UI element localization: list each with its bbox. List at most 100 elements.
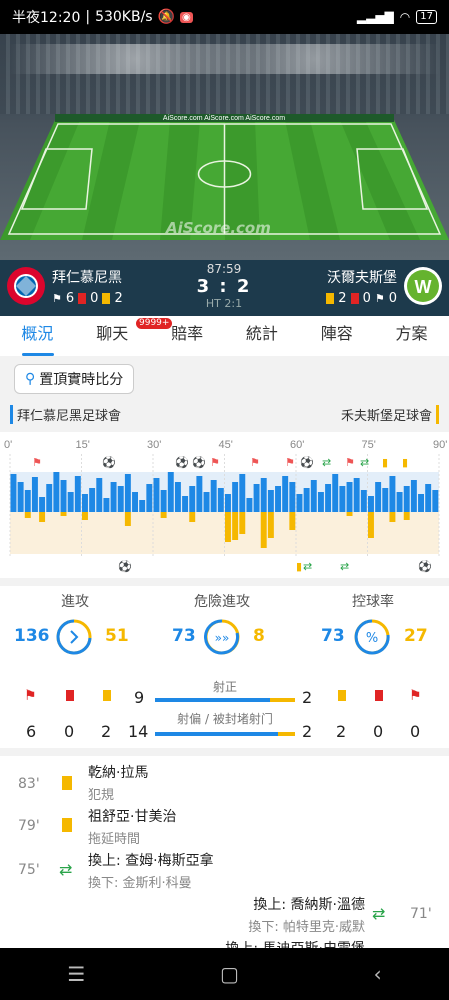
- away-yellow-cards: 2: [338, 290, 347, 306]
- home-momentum-bar: [296, 494, 303, 512]
- home-momentum-bar: [82, 494, 88, 512]
- shots-off-target-home-fill: [155, 732, 279, 736]
- home-momentum-bar: [418, 494, 424, 512]
- menu-icon[interactable]: ☰: [67, 962, 85, 986]
- timeline-event-icon: ⚽: [174, 456, 189, 469]
- away-yellow-card-icon: [338, 690, 346, 701]
- app-notification-icon: ◉: [180, 11, 193, 23]
- pin-live-score-button[interactable]: ⚲ 置頂實時比分: [14, 364, 135, 394]
- timeline-event-icon: ⚽: [101, 456, 116, 469]
- home-momentum-bar: [31, 477, 38, 512]
- home-momentum-bar: [146, 484, 153, 512]
- shots-off-target-label: 射偏 / 被封堵射门: [177, 712, 273, 726]
- home-red-count: 0: [64, 722, 75, 741]
- shots-on-target-label: 射正: [212, 680, 237, 694]
- away-dangerous-attack: 8: [253, 626, 265, 646]
- home-attack: 136: [14, 626, 50, 646]
- home-momentum-bar: [103, 498, 110, 512]
- wolfsburg-logo-icon: W: [404, 267, 442, 305]
- home-momentum-bar: [260, 478, 267, 512]
- timeline-event-icon: ⇄: [340, 560, 349, 573]
- home-momentum-bar: [46, 484, 53, 512]
- timeline-event-icon: ⚽: [117, 560, 132, 573]
- status-bar: 半夜12:20 | 530KB/s 🔕 ◉ ▂▃▅▇ ◠ 17: [0, 0, 449, 34]
- home-momentum-bar: [346, 482, 353, 512]
- system-nav-bar: ☰ ▢ ‹: [0, 948, 449, 1000]
- possession-ring-icon: %: [354, 619, 390, 655]
- red-card-icon: [350, 292, 359, 304]
- timeline-event-icon: ⇄: [360, 456, 369, 469]
- home-momentum-bar: [60, 480, 67, 512]
- home-team[interactable]: 拜仁慕尼黑 ⚑ 6 0 2: [6, 266, 123, 306]
- home-momentum-bar: [432, 490, 439, 512]
- timeline-tick-label: 45': [219, 439, 233, 451]
- home-momentum-bar: [203, 492, 210, 512]
- home-possession: 73: [321, 626, 345, 646]
- away-momentum-bar: [82, 512, 88, 520]
- match-minute: 87:59: [206, 262, 242, 276]
- pin-label: 置頂實時比分: [39, 372, 124, 388]
- home-club-name: 拜仁慕尼黑足球會: [10, 405, 121, 424]
- away-yellow-count: 2: [336, 722, 347, 741]
- home-momentum-bar: [410, 480, 417, 512]
- home-momentum-bar: [110, 482, 117, 512]
- event-player-in: 換上: 查姆·梅斯亞拿: [88, 853, 214, 869]
- pitch-watermark: AiScore.com: [166, 219, 271, 237]
- home-momentum-bar: [117, 486, 124, 512]
- away-momentum-bar: [39, 512, 46, 522]
- momentum-chart: 0' 15' 30' 45' 60' 75' 90'⚑ ⚽ ⚽ ⚽ ⚑ ⚑ ⚑ ⚽ ⇄ ⚑ ⇄ ▮ ▮⚽ ▮ ⇄ ⇄ ⚽: [4, 439, 447, 573]
- yellow-card-icon: [62, 776, 72, 790]
- home-momentum-bar: [174, 482, 181, 512]
- home-corners-count: 6: [26, 722, 37, 741]
- away-corners-count: 0: [410, 722, 421, 741]
- home-momentum-bar: [332, 474, 339, 512]
- event-minute: 83': [18, 776, 40, 792]
- pin-icon: ⚲: [25, 371, 36, 387]
- away-team-name: 沃爾夫斯堡: [327, 269, 397, 286]
- home-momentum-bar: [375, 482, 382, 512]
- home-momentum-bar: [339, 486, 346, 512]
- away-momentum-bar: [225, 512, 231, 542]
- home-momentum-bar: [425, 484, 432, 512]
- tab-bar: 概況 聊天 賠率 統計 陣容 方案 9999+: [0, 316, 449, 356]
- match-score: 3 : 2: [196, 276, 252, 297]
- home-yellow-cards: 2: [114, 290, 123, 306]
- home-momentum-bar: [124, 474, 131, 512]
- tab-overview[interactable]: 概況: [0, 316, 75, 356]
- svg-text:%: %: [366, 631, 378, 646]
- away-attack: 51: [105, 626, 129, 646]
- away-team[interactable]: 沃爾夫斯堡 2 0 ⚑ 0 W: [326, 266, 443, 306]
- red-card-icon: [78, 292, 87, 304]
- corner-flag-icon: ⚑: [52, 291, 62, 305]
- away-momentum-bar: [60, 512, 67, 516]
- yellow-card-icon: [102, 292, 111, 304]
- divider: |: [85, 9, 91, 25]
- svg-text:AiScore.com AiScore.com Ai: AiScore.com AiScore.com AiScore.com: [163, 115, 285, 122]
- tab-lineup[interactable]: 陣容: [299, 316, 374, 356]
- away-club-name: 禾夫斯堡足球會: [341, 405, 439, 424]
- substitution-icon: ⇄: [372, 904, 386, 923]
- dangerous-attack-ring-icon: »»: [204, 619, 240, 655]
- timeline-event-icon: ⚽: [191, 456, 206, 469]
- event-player-out: 換下: 帕特里克·威默: [248, 920, 365, 935]
- away-momentum-bar: [239, 512, 246, 534]
- away-possession: 27: [404, 626, 428, 646]
- chat-unread-badge: 9999+: [136, 318, 173, 329]
- event-player-out: 換下: 金斯利·科曼: [88, 876, 192, 891]
- svg-text:W: W: [415, 277, 432, 297]
- away-corners: 0: [388, 290, 397, 306]
- timeline-event-icon: ⚽: [299, 456, 314, 469]
- tab-tips[interactable]: 方案: [374, 316, 449, 356]
- home-momentum-bar: [360, 490, 367, 512]
- back-icon[interactable]: ‹: [374, 962, 382, 986]
- timeline-event-icon: ⇄: [322, 456, 331, 469]
- away-momentum-bar: [232, 512, 239, 540]
- tab-stats[interactable]: 統計: [224, 316, 299, 356]
- score-bar: 拜仁慕尼黑 ⚑ 6 0 2 87:59 3 : 2 HT 2:1 沃爾夫斯堡 2…: [0, 260, 449, 316]
- home-momentum-bar: [389, 476, 396, 512]
- live-pitch-view[interactable]: AiScore.com AiScore.com AiScore.com AiSc…: [0, 34, 449, 260]
- home-icon[interactable]: ▢: [220, 962, 239, 986]
- yellow-card-icon: [326, 292, 335, 304]
- home-momentum-bar: [275, 486, 281, 512]
- bayern-logo-icon: [7, 267, 45, 305]
